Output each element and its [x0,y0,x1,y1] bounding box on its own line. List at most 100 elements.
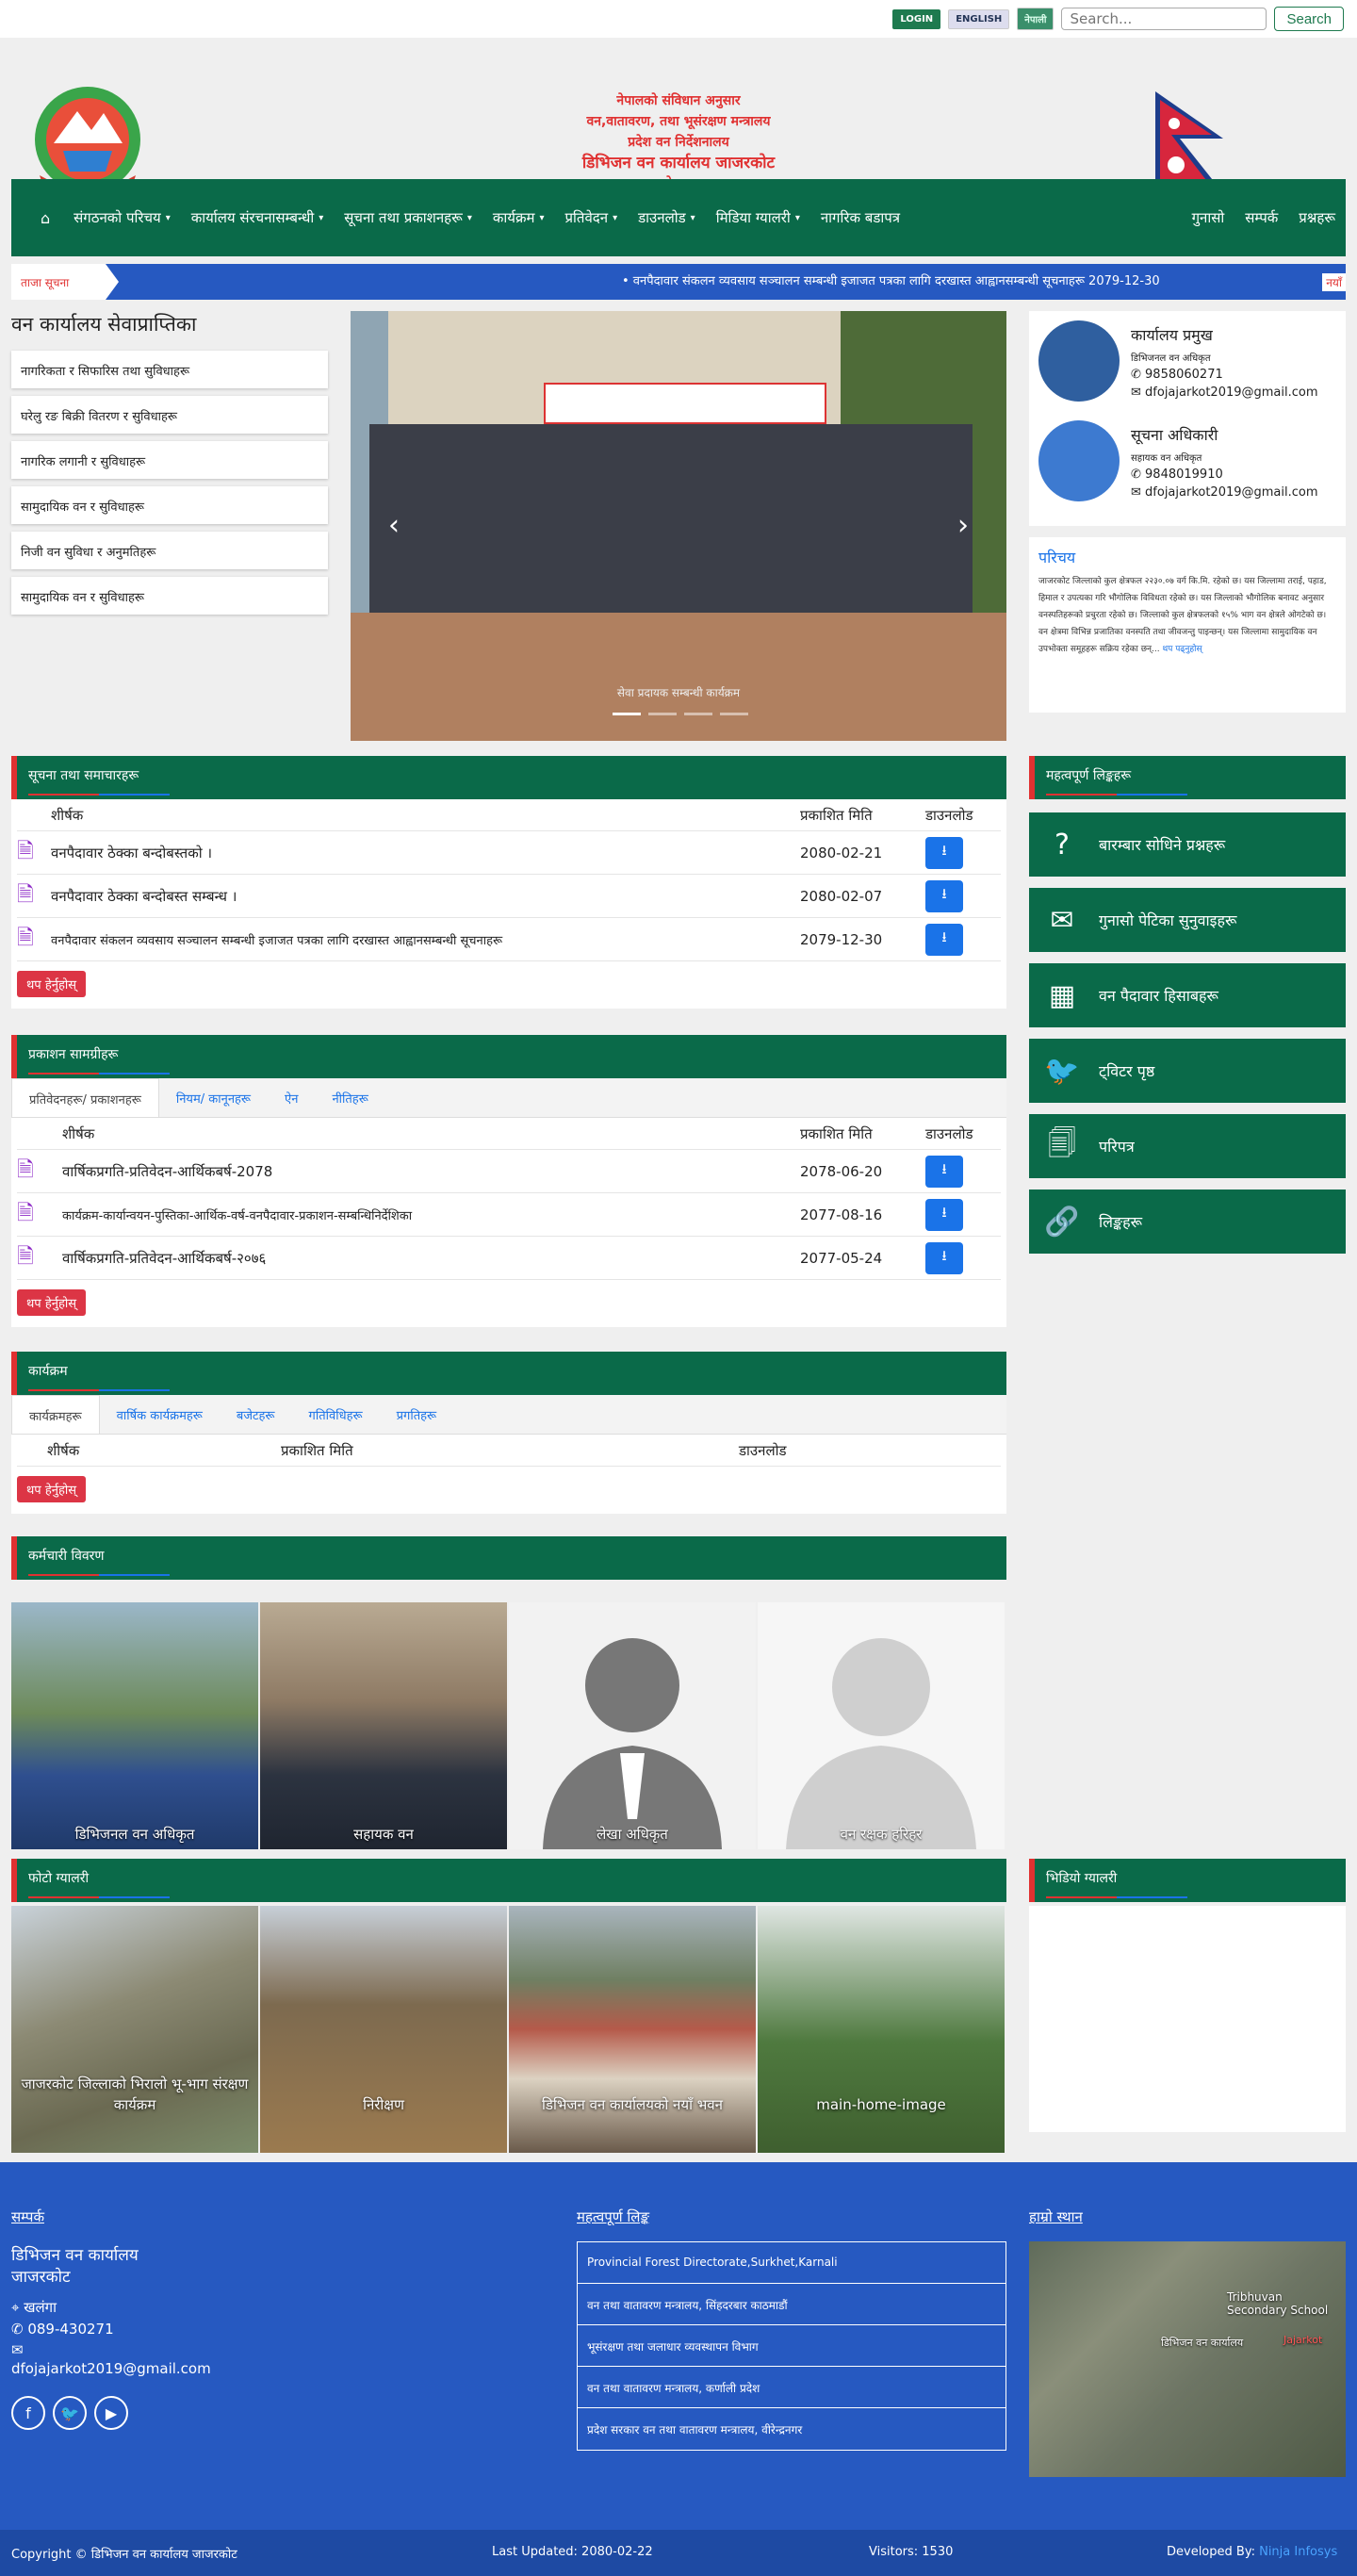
row-title[interactable]: वनपैदावार संकलन व्यवसाय सञ्चालन सम्बन्धी… [51,931,800,948]
nav-item-about[interactable]: संगठनको परिचय ▾ [63,208,181,227]
nepali-button[interactable]: नेपाली [1017,8,1055,30]
tab-budgets[interactable]: बजेटहरू [220,1395,292,1434]
download-icon[interactable]: ⭳ [925,836,963,869]
video-embed[interactable] [1029,1906,1346,2132]
map-label-hospital: Jajarkot [1283,2334,1323,2346]
chevron-right-icon[interactable]: › [957,509,969,542]
tab-policies[interactable]: नीतिहरू [315,1078,384,1117]
facebook-icon[interactable]: f [11,2396,45,2430]
staff-card[interactable]: सहायक वन [260,1602,507,1849]
intro-title: परिचय [1038,549,1076,566]
nav-item-downloads[interactable]: डाउनलोड ▾ [628,208,706,227]
tab-programs[interactable]: कार्यक्रमहरू [11,1395,100,1434]
staff-card[interactable]: वन रक्षक हरिहर [758,1602,1005,1849]
quick-service-item[interactable]: नागरिकता र सिफारिस तथा सुविधाहरू [11,351,328,388]
footer-link[interactable]: Provincial Forest Directorate,Surkhet,Ka… [578,2242,1005,2284]
table-header: शीर्षक प्रकाशित मिति डाउनलोड [17,1118,1001,1150]
tab-rules[interactable]: नियम/ कानूनहरू [159,1078,268,1117]
sidebar-links: महत्वपूर्ण लिङ्कहरू ? बारम्बार सोधिने प्र… [1029,756,1346,1265]
quick-service-item[interactable]: सामुदायिक वन र सुविधाहरू [11,577,328,615]
home-icon[interactable]: ⌂ [30,209,63,227]
view-more-button[interactable]: थप हेर्नुहोस् [17,1289,86,1316]
chevron-left-icon[interactable]: ‹ [388,509,400,542]
carousel-dot[interactable] [720,713,748,715]
row-title[interactable]: वार्षिकप्रगति-प्रतिवेदन-आर्थिकबर्ष-2078 [62,1162,800,1181]
row-title[interactable]: कार्यक्रम-कार्यान्वयन-पुस्तिका-आर्थिक-वर… [62,1206,800,1223]
official-name: सूचना अधिकारी [1131,426,1218,444]
circular-button[interactable]: 🗐 परिपत्र [1029,1114,1346,1178]
quick-service-item[interactable]: सामुदायिक वन र सुविधाहरू [11,486,328,524]
english-button[interactable]: ENGLISH [948,8,1010,29]
quick-service-item[interactable]: नागरिक लगानी र सुविधाहरू [11,441,328,479]
carousel-dot[interactable] [613,713,641,715]
copyright-bar: Copyright © डिभिजन वन कार्यालय जाजरकोट L… [0,2530,1357,2576]
caret-down-icon: ▾ [613,212,618,223]
footer-link[interactable]: वन तथा वातावरण मन्त्रालय, कर्णाली प्रदेश [578,2367,1005,2408]
row-title[interactable]: वनपैदावार ठेक्का बन्दोबस्तको । [51,844,800,862]
question-icon: ? [1055,828,1070,861]
carousel-dot[interactable] [648,713,677,715]
nav-item-publications[interactable]: सूचना तथा प्रकाशनहरू ▾ [334,208,482,227]
image-carousel[interactable]: ‹ › सेवा प्रदायक सम्बन्धी कार्यक्रम [351,311,1006,741]
quick-service-item[interactable]: निजी वन सुविधा र अनुमतिहरू [11,532,328,569]
view-more-button[interactable]: थप हेर्नुहोस् [17,1476,86,1502]
nav-item-grievance[interactable]: गुनासो [1182,208,1235,227]
nav-item-reports[interactable]: प्रतिवेदन ▾ [554,208,628,227]
footer-link[interactable]: भूसंरक्षण तथा जलाधार व्यवस्थापन विभाग [578,2325,1005,2367]
grievance-button[interactable]: ✉ गुनासो पेटिका सुनुवाइहरू [1029,888,1346,952]
search-button[interactable]: Search [1274,7,1344,31]
nav-item-charter[interactable]: नागरिक बडापत्र [810,208,910,227]
carousel-dot[interactable] [684,713,712,715]
nav-item-structure[interactable]: कार्यालय संरचनासम्बन्धी ▾ [181,208,335,227]
nav-item-faq[interactable]: प्रश्नहरू [1288,208,1346,227]
official-email: ✉ dfojajarkot2019@gmail.com [1131,485,1318,500]
download-icon[interactable]: ⭳ [925,1241,963,1274]
footer-link[interactable]: वन तथा वातावरण मन्त्रालय, सिंहदरबार काठम… [578,2284,1005,2325]
gallery-item[interactable]: निरीक्षण [260,1906,507,2153]
footer-email[interactable]: dfojajarkot2019@gmail.com [11,2360,294,2377]
location-map[interactable]: Tribhuvan Secondary School Jajarkot डिभि… [1029,2241,1346,2477]
caret-down-icon: ▾ [319,212,324,223]
nav-item-programs[interactable]: कार्यक्रम ▾ [482,208,555,227]
footer-map-title: हाम्रो स्थान [1029,2208,1083,2225]
search-input[interactable] [1061,8,1267,30]
login-button[interactable]: LOGIN [892,8,941,29]
quick-service-item[interactable]: घरेलु रङ बिक्री वितरण र सुविधाहरू [11,396,328,434]
tab-reports[interactable]: प्रतिवेदनहरू/ प्रकाशनहरू [11,1078,159,1117]
intro-body: जाजरकोट जिल्लाको कुल क्षेत्रफल २२३०.०७ व… [1038,577,1327,654]
staff-card[interactable]: डिभिजनल वन अधिकृत [11,1602,258,1849]
carousel-indicators[interactable] [613,713,748,715]
gallery-item[interactable]: main-home-image [758,1906,1005,2153]
twitter-icon[interactable]: 🐦 [53,2396,87,2430]
developer-credit: Developed By: Ninja Infosys [1167,2545,1337,2559]
nav-item-media[interactable]: मिडिया ग्यालरी ▾ [706,208,810,227]
row-title[interactable]: वार्षिकप्रगति-प्रतिवेदन-आर्थिकबर्ष-२०७६ [62,1249,800,1268]
gallery-item[interactable]: डिभिजन वन कार्यालयको नयाँ भवन [509,1906,756,2153]
read-more-link[interactable]: थप पढ्नुहोस् [1162,645,1202,654]
row-title[interactable]: वनपैदावार ठेक्का बन्दोबस्त सम्बन्ध । [51,887,800,906]
download-icon[interactable]: ⭳ [925,879,963,912]
developer-link[interactable]: Ninja Infosys [1259,2545,1337,2559]
envelope-icon: ✉ [11,2341,24,2358]
download-icon[interactable]: ⭳ [925,1155,963,1188]
nav-item-contact[interactable]: सम्पर्क [1234,208,1288,227]
staff-card[interactable]: लेखा अधिकृत [509,1602,756,1849]
nav-label: सूचना तथा प्रकाशनहरू [344,209,463,226]
faq-button[interactable]: ? बारम्बार सोधिने प्रश्नहरू [1029,812,1346,877]
sidebar-button-label: बारम्बार सोधिने प्रश्नहरू [1099,836,1226,854]
links-button[interactable]: 🔗 लिङ्कहरू [1029,1190,1346,1254]
ticker-text[interactable]: • वनपैदावार संकलन व्यवसाय सञ्चालन सम्बन्… [622,264,1160,300]
youtube-icon[interactable]: ▶ [94,2396,128,2430]
tab-progress[interactable]: प्रगतिहरू [380,1395,454,1434]
gallery-item[interactable]: जाजरकोट जिल्लाको भिरालो भू-भाग संरक्षण क… [11,1906,258,2153]
tab-acts[interactable]: ऐन [268,1078,315,1117]
twitter-button[interactable]: 🐦 ट्विटर पृष्ठ [1029,1039,1346,1103]
download-icon[interactable]: ⭳ [925,923,963,956]
row-date: 2079-12-30 [800,930,883,948]
download-icon[interactable]: ⭳ [925,1198,963,1231]
view-more-button[interactable]: थप हेर्नुहोस् [17,971,86,997]
tab-annual-programs[interactable]: वार्षिक कार्यक्रमहरू [100,1395,220,1434]
calculator-button[interactable]: ▦ वन पैदावार हिसाबहरू [1029,963,1346,1027]
tab-activities[interactable]: गतिविधिहरू [292,1395,380,1434]
footer-link[interactable]: प्रदेश सरकार वन तथा वातावरण मन्त्रालय, व… [578,2408,1005,2450]
